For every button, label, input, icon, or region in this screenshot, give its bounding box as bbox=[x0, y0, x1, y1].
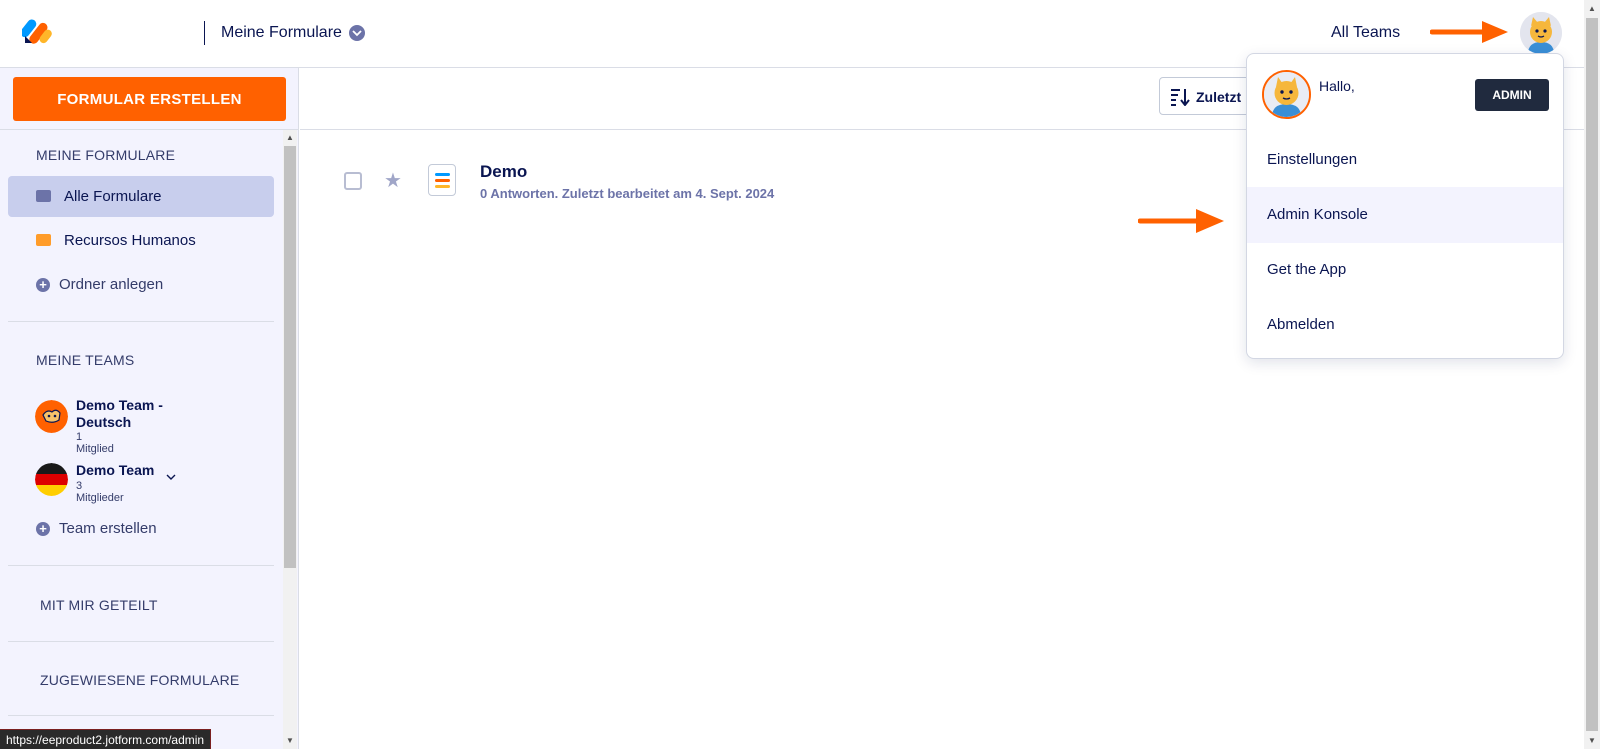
arrow-to-admin-console-icon bbox=[1138, 209, 1224, 233]
page-scrollbar[interactable]: ▲ ▼ bbox=[1584, 0, 1600, 749]
team-member-count: 3 Mitglieder bbox=[76, 480, 124, 504]
jotform-logo-icon[interactable] bbox=[20, 15, 54, 47]
form-icon bbox=[428, 164, 456, 196]
sidebar-divider bbox=[8, 565, 274, 566]
menu-item-settings[interactable]: Einstellungen bbox=[1247, 132, 1563, 188]
form-select-checkbox[interactable] bbox=[344, 172, 362, 190]
scroll-down-icon[interactable]: ▼ bbox=[1588, 736, 1596, 745]
greeting-text: Hallo, bbox=[1319, 78, 1355, 94]
plus-icon: + bbox=[36, 278, 50, 292]
assigned-forms-link[interactable]: ZUGEWIESENE FORMULARE bbox=[40, 672, 239, 688]
admin-badge: ADMIN bbox=[1475, 79, 1549, 111]
page-title[interactable]: Meine Formulare bbox=[221, 24, 342, 42]
scroll-down-icon[interactable]: ▼ bbox=[286, 736, 294, 745]
arrow-to-avatar-icon bbox=[1430, 21, 1508, 43]
add-folder-label: Ordner anlegen bbox=[59, 276, 164, 293]
create-team-button[interactable]: + Team erstellen bbox=[36, 520, 157, 537]
sidebar-scrollbar[interactable]: ▲ ▼ bbox=[283, 130, 297, 749]
sidebar: FORMULAR ERSTELLEN MEINE FORMULARE Alle … bbox=[0, 68, 299, 749]
menu-item-label: Get the App bbox=[1267, 261, 1347, 278]
menu-item-get-app[interactable]: Get the App bbox=[1247, 242, 1563, 298]
page-scroll-thumb[interactable] bbox=[1586, 18, 1598, 731]
form-list-item[interactable]: ★ Demo 0 Antworten. Zuletzt bearbeitet a… bbox=[300, 150, 1220, 210]
create-form-button[interactable]: FORMULAR ERSTELLEN bbox=[13, 77, 286, 121]
shared-with-me-link[interactable]: MIT MIR GETEILT bbox=[40, 597, 158, 613]
team-avatar bbox=[35, 463, 68, 496]
folder-icon bbox=[36, 234, 51, 246]
chevron-down-icon[interactable] bbox=[166, 473, 176, 481]
sort-icon bbox=[1171, 89, 1190, 106]
sidebar-item-label: Alle Formulare bbox=[64, 188, 162, 205]
team-avatar bbox=[35, 400, 68, 433]
chevron-down-icon[interactable] bbox=[349, 25, 365, 41]
sidebar-divider bbox=[8, 715, 274, 716]
sidebar-divider bbox=[8, 641, 274, 642]
scroll-up-icon[interactable]: ▲ bbox=[286, 133, 294, 142]
sidebar-item-all-forms[interactable]: Alle Formulare bbox=[8, 176, 274, 217]
create-team-label: Team erstellen bbox=[59, 520, 157, 537]
my-forms-heading: MEINE FORMULARE bbox=[36, 147, 176, 163]
sidebar-item-recursos-humanos[interactable]: Recursos Humanos bbox=[8, 220, 274, 261]
team-member-count: 1 Mitglied bbox=[76, 431, 114, 455]
folder-icon bbox=[36, 190, 51, 202]
plus-icon: + bbox=[36, 522, 50, 536]
user-avatar[interactable] bbox=[1520, 12, 1562, 54]
form-meta: 0 Antworten. Zuletzt bearbeitet am 4. Se… bbox=[480, 186, 775, 201]
menu-item-label: Admin Konsole bbox=[1267, 206, 1368, 223]
team-name: Demo Team - Deutsch bbox=[76, 397, 163, 430]
scroll-up-icon[interactable]: ▲ bbox=[1588, 4, 1596, 13]
sort-label: Zuletzt bbox=[1196, 89, 1242, 105]
add-folder-button[interactable]: + Ordner anlegen bbox=[36, 276, 163, 293]
my-teams-heading: MEINE TEAMS bbox=[36, 352, 135, 368]
header-separator bbox=[204, 21, 205, 45]
user-menu-dropdown: Hallo, ADMIN Einstellungen Admin Konsole… bbox=[1246, 53, 1564, 359]
menu-item-admin-console[interactable]: Admin Konsole bbox=[1247, 187, 1563, 243]
sidebar-item-label: Recursos Humanos bbox=[64, 232, 196, 249]
menu-item-label: Einstellungen bbox=[1267, 151, 1358, 168]
menu-item-label: Abmelden bbox=[1267, 316, 1335, 333]
star-icon[interactable]: ★ bbox=[384, 168, 402, 193]
all-teams-link[interactable]: All Teams bbox=[1331, 24, 1400, 42]
status-bar-url: https://eeproduct2.jotform.com/admin bbox=[0, 729, 212, 749]
sidebar-divider bbox=[8, 321, 274, 322]
sidebar-divider bbox=[0, 129, 299, 130]
form-title[interactable]: Demo bbox=[480, 162, 527, 182]
sidebar-scroll-thumb[interactable] bbox=[284, 146, 296, 568]
menu-item-logout[interactable]: Abmelden bbox=[1247, 297, 1563, 353]
user-avatar bbox=[1262, 70, 1311, 119]
